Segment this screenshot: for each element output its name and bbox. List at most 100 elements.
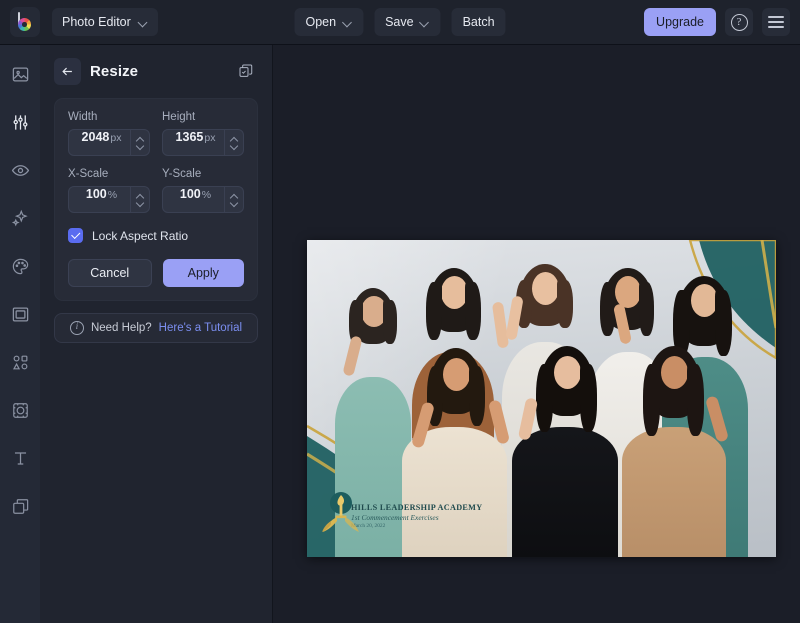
frame-icon — [11, 305, 30, 324]
chevron-down-icon[interactable] — [137, 202, 144, 206]
open-button-label: Open — [305, 15, 336, 29]
lock-aspect-ratio-label: Lock Aspect Ratio — [92, 229, 188, 243]
action-buttons-row: Cancel Apply — [68, 259, 244, 287]
upgrade-button[interactable]: Upgrade — [644, 8, 716, 36]
rail-item-image[interactable] — [5, 59, 35, 89]
rail-item-effects[interactable] — [5, 203, 35, 233]
chevron-down-icon[interactable] — [231, 145, 238, 149]
chevron-down-icon — [139, 18, 148, 27]
checkmark-icon — [71, 230, 80, 239]
file-actions-group: Open Save Batch — [294, 8, 505, 36]
chevron-up-icon[interactable] — [231, 137, 238, 141]
open-button[interactable]: Open — [294, 8, 363, 36]
yscale-stepper[interactable]: 100 % — [162, 186, 244, 213]
page-title: Resize — [90, 63, 138, 80]
info-circle-icon: i — [70, 321, 84, 335]
height-unit: px — [204, 132, 215, 144]
batch-button[interactable]: Batch — [452, 8, 506, 36]
height-stepper[interactable]: 1365 px — [162, 129, 244, 156]
xscale-unit: % — [108, 189, 117, 201]
height-label: Height — [162, 111, 244, 123]
chevron-down-icon — [421, 18, 430, 27]
save-button-label: Save — [385, 15, 414, 29]
rail-item-text[interactable] — [5, 443, 35, 473]
xscale-spinner[interactable] — [130, 187, 149, 212]
yscale-input[interactable]: 100 — [180, 187, 201, 201]
watermark-line-1: HILLS LEADERSHIP ACADEMY — [351, 503, 561, 512]
resize-panel: Resize Width 2048 — [40, 45, 273, 623]
apply-to-all-button[interactable] — [234, 59, 258, 83]
height-input[interactable]: 1365 — [176, 130, 204, 144]
rail-item-retouch[interactable] — [5, 155, 35, 185]
torch-and-laurel-emblem-icon — [319, 487, 363, 543]
width-input[interactable]: 2048 — [82, 130, 110, 144]
question-mark-circle-icon: ? — [731, 14, 748, 31]
width-spinner[interactable] — [130, 130, 149, 155]
apply-to-all-copies-icon — [238, 63, 254, 79]
xscale-input[interactable]: 100 — [86, 187, 107, 201]
tutorial-link[interactable]: Here's a Tutorial — [159, 322, 242, 334]
back-button[interactable] — [54, 58, 81, 85]
photo-watermark: HILLS LEADERSHIP ACADEMY 1st Commencemen… — [351, 503, 561, 529]
help-button[interactable]: ? — [725, 8, 753, 36]
chevron-up-icon[interactable] — [231, 194, 238, 198]
menu-button[interactable] — [762, 8, 790, 36]
editor-canvas[interactable]: HILLS LEADERSHIP ACADEMY 1st Commencemen… — [273, 45, 800, 623]
width-unit: px — [110, 132, 121, 144]
yscale-label: Y-Scale — [162, 168, 244, 180]
watermark-line-2: 1st Commencement Exercises — [351, 513, 561, 522]
apply-button[interactable]: Apply — [163, 259, 245, 287]
app-root: Photo Editor Open Save Batch Upgrade ? — [0, 0, 800, 623]
layers-icon — [11, 497, 30, 516]
height-field: Height 1365 px — [162, 111, 244, 156]
text-t-icon — [11, 449, 30, 468]
chevron-up-icon[interactable] — [137, 137, 144, 141]
rail-item-resize[interactable] — [5, 395, 35, 425]
hamburger-menu-icon — [768, 16, 784, 28]
dimension-fields-row: Width 2048 px — [68, 111, 244, 156]
photo-preview[interactable]: HILLS LEADERSHIP ACADEMY 1st Commencemen… — [307, 240, 776, 557]
arrow-left-icon — [60, 64, 75, 79]
app-logo-button[interactable] — [10, 7, 40, 37]
batch-button-label: Batch — [463, 15, 495, 29]
need-help-banner[interactable]: i Need Help? Here's a Tutorial — [54, 313, 258, 343]
yscale-spinner[interactable] — [224, 187, 243, 212]
top-toolbar: Photo Editor Open Save Batch Upgrade ? — [0, 0, 800, 45]
chevron-down-icon[interactable] — [231, 202, 238, 206]
photo-image: HILLS LEADERSHIP ACADEMY 1st Commencemen… — [307, 240, 776, 557]
rail-item-layers[interactable] — [5, 491, 35, 521]
scale-fields-row: X-Scale 100 % — [68, 168, 244, 213]
image-icon — [11, 65, 30, 84]
rail-item-color[interactable] — [5, 251, 35, 281]
resize-icon — [11, 401, 30, 420]
top-right-actions: Upgrade ? — [644, 8, 790, 36]
width-label: Width — [68, 111, 150, 123]
tool-selector-photo-editor[interactable]: Photo Editor — [52, 8, 158, 36]
rail-item-frame[interactable] — [5, 299, 35, 329]
brand-color-wheel-logo-icon — [15, 12, 35, 32]
height-spinner[interactable] — [224, 130, 243, 155]
chevron-down-icon[interactable] — [137, 145, 144, 149]
body-row: Resize Width 2048 — [0, 45, 800, 623]
upgrade-button-label: Upgrade — [656, 15, 704, 29]
panel-header: Resize — [54, 57, 258, 85]
eye-icon — [11, 161, 30, 180]
need-help-text: Need Help? — [91, 322, 152, 334]
sliders-icon — [11, 113, 30, 132]
rail-item-adjust[interactable] — [5, 107, 35, 137]
yscale-unit: % — [202, 189, 211, 201]
width-field: Width 2048 px — [68, 111, 150, 156]
lock-aspect-ratio-row[interactable]: Lock Aspect Ratio — [68, 228, 244, 243]
xscale-label: X-Scale — [68, 168, 150, 180]
rail-item-shapes[interactable] — [5, 347, 35, 377]
tool-selector-label: Photo Editor — [62, 15, 131, 29]
lock-aspect-ratio-checkbox[interactable] — [68, 228, 83, 243]
xscale-field: X-Scale 100 % — [68, 168, 150, 213]
cancel-button[interactable]: Cancel — [68, 259, 152, 287]
xscale-stepper[interactable]: 100 % — [68, 186, 150, 213]
watermark-line-3: March 20, 2022 — [351, 523, 561, 529]
width-stepper[interactable]: 2048 px — [68, 129, 150, 156]
resize-form-card: Width 2048 px — [54, 98, 258, 301]
chevron-up-icon[interactable] — [137, 194, 144, 198]
save-button[interactable]: Save — [374, 8, 441, 36]
